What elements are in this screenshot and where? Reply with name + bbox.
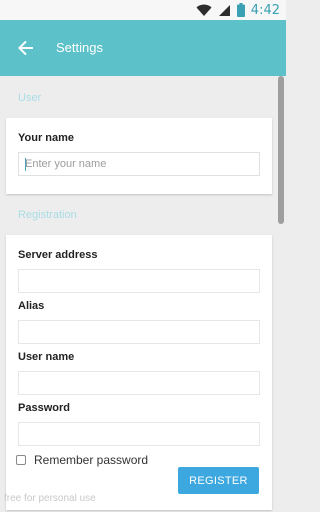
your-name-label: Your name <box>18 132 75 144</box>
status-bar: 4:42 <box>0 0 286 20</box>
user-name-label: User name <box>18 351 75 363</box>
watermark: free for personal use <box>4 493 96 504</box>
password-input[interactable] <box>19 423 259 445</box>
remember-password-row[interactable]: Remember password <box>16 453 148 467</box>
register-button[interactable]: REGISTER <box>178 467 259 494</box>
page-title: Settings <box>56 40 103 55</box>
status-icons: 4:42 <box>196 2 280 18</box>
section-label-registration: Registration <box>18 209 77 221</box>
signal-icon <box>218 4 231 17</box>
server-address-input[interactable] <box>19 270 259 292</box>
user-name-input[interactable] <box>19 372 259 394</box>
status-time: 4:42 <box>250 2 280 18</box>
your-name-input[interactable] <box>19 153 259 175</box>
battery-icon <box>236 3 245 17</box>
your-name-field[interactable] <box>18 152 260 176</box>
back-arrow-icon[interactable] <box>14 36 38 60</box>
app-bar: Settings <box>0 20 286 76</box>
password-field[interactable] <box>18 422 260 446</box>
password-label: Password <box>18 402 70 414</box>
user-card: Your name <box>6 118 272 194</box>
server-address-label: Server address <box>18 249 98 261</box>
user-name-field[interactable] <box>18 371 260 395</box>
alias-field[interactable] <box>18 320 260 344</box>
server-address-field[interactable] <box>18 269 260 293</box>
wifi-icon <box>196 4 212 17</box>
section-label-user: User <box>18 92 42 104</box>
scrollbar[interactable] <box>278 76 284 224</box>
alias-input[interactable] <box>19 321 259 343</box>
remember-password-checkbox[interactable] <box>16 455 26 465</box>
remember-password-label: Remember password <box>34 453 149 467</box>
alias-label: Alias <box>18 300 45 312</box>
